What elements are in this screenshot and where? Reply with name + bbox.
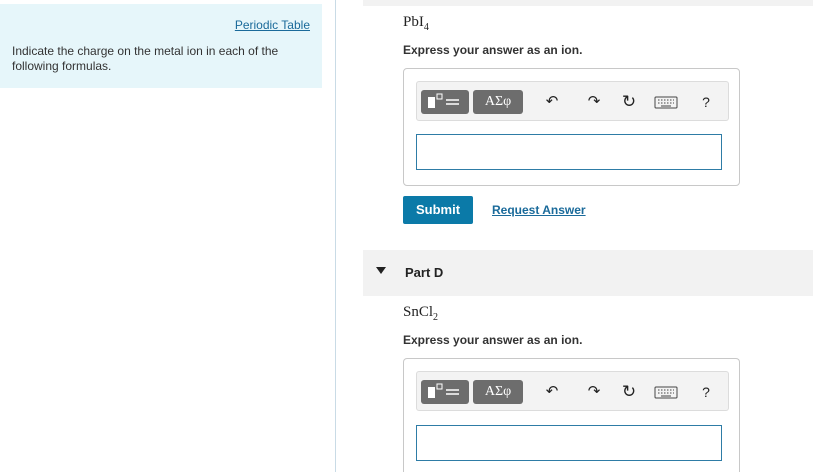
templates-icon	[428, 93, 459, 108]
main-content: PbI4 Express your answer as an ion. ΑΣφ …	[337, 0, 813, 472]
sidebar: Periodic Table Indicate the charge on th…	[0, 0, 336, 472]
redo-icon[interactable]: ↷	[583, 380, 605, 404]
part-c-formula: PbI4	[403, 14, 429, 33]
periodic-table-link[interactable]: Periodic Table	[235, 18, 310, 32]
reset-icon[interactable]: ↻	[618, 380, 640, 404]
undo-icon[interactable]: ↶	[541, 380, 563, 404]
part-d-formula: SnCl2	[403, 304, 438, 323]
formula-main: PbI	[403, 14, 424, 30]
formula-subscript: 2	[433, 312, 439, 323]
formula-main: SnCl	[403, 304, 434, 320]
templates-button[interactable]	[421, 90, 469, 114]
greek-symbols-button[interactable]: ΑΣφ	[473, 90, 523, 114]
help-icon[interactable]: ?	[695, 90, 717, 114]
question-prompt: Indicate the charge on the metal ion in …	[12, 44, 279, 73]
templates-icon	[428, 383, 459, 398]
part-c-answer-panel: ΑΣφ ↶ ↷ ↻ ?	[403, 68, 740, 186]
part-c-header-strip	[363, 0, 813, 6]
keyboard-icon[interactable]	[653, 380, 679, 404]
reset-icon[interactable]: ↻	[618, 90, 640, 114]
submit-button[interactable]: Submit	[403, 196, 473, 224]
request-answer-link[interactable]: Request Answer	[492, 203, 586, 217]
greek-symbols-button[interactable]: ΑΣφ	[473, 380, 523, 404]
caret-down-icon	[376, 267, 386, 274]
part-d-label: Part D	[405, 265, 444, 280]
math-toolbar: ΑΣφ ↶ ↷ ↻ ?	[416, 371, 729, 411]
part-d-header[interactable]: Part D	[363, 250, 813, 296]
undo-icon[interactable]: ↶	[541, 90, 563, 114]
part-d-instruction: Express your answer as an ion.	[403, 333, 583, 347]
redo-icon[interactable]: ↷	[583, 90, 605, 114]
formula-subscript: 4	[423, 22, 429, 33]
answer-input[interactable]	[416, 134, 722, 170]
math-toolbar: ΑΣφ ↶ ↷ ↻ ?	[416, 81, 729, 121]
part-c-instruction: Express your answer as an ion.	[403, 43, 583, 57]
keyboard-icon[interactable]	[653, 90, 679, 114]
answer-input[interactable]	[416, 425, 722, 461]
help-icon[interactable]: ?	[695, 380, 717, 404]
question-intro-box: Periodic Table Indicate the charge on th…	[0, 4, 322, 88]
part-d-answer-panel: ΑΣφ ↶ ↷ ↻ ?	[403, 358, 740, 472]
templates-button[interactable]	[421, 380, 469, 404]
